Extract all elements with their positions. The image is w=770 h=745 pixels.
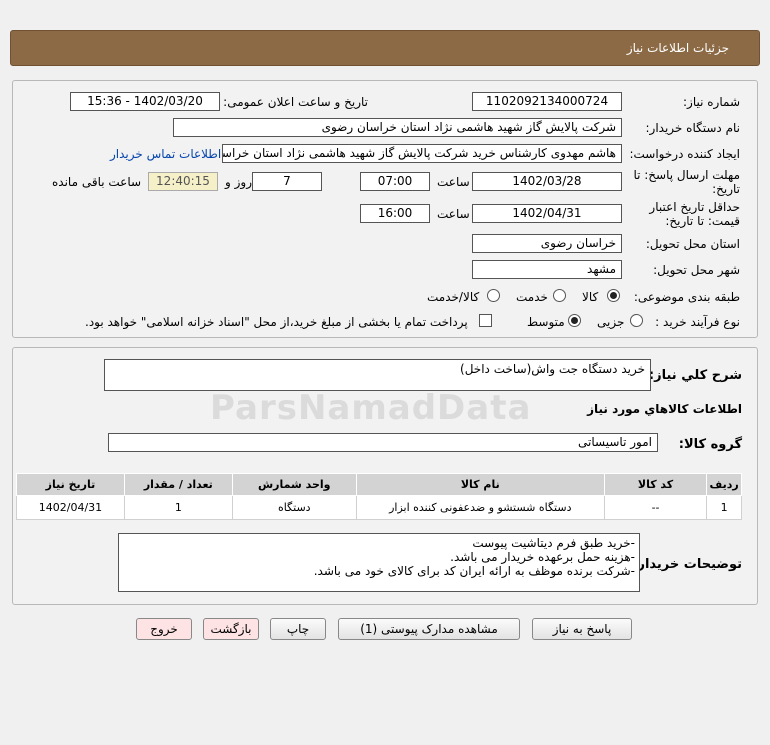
goods-group-label: گروه کالا: xyxy=(678,437,742,452)
goods-group-field: امور تاسیساتی xyxy=(108,433,658,452)
cell-code: -- xyxy=(603,495,708,520)
announce-datetime-field: 1402/03/20 - 15:36 xyxy=(70,92,220,111)
col-row: ردیف xyxy=(706,473,742,496)
print-button[interactable]: چاپ xyxy=(270,618,326,640)
remaining-time-label: ساعت باقی مانده xyxy=(52,175,142,189)
category-radio-service[interactable] xyxy=(553,289,566,302)
reply-deadline-time: 07:00 xyxy=(360,172,430,191)
requester-field: هاشم مهدوی کارشناس خرید شرکت پالایش گاز … xyxy=(222,144,622,163)
category-radio-goods[interactable] xyxy=(607,289,620,302)
buyer-notes-field: -خرید طبق فرم دیتاشیت پیوست -هزینه حمل ب… xyxy=(118,533,640,592)
category-option-goods: کالا xyxy=(582,290,599,304)
need-number-field: 1102092134000724 xyxy=(472,92,622,111)
reply-deadline-label-2: تاریخ: xyxy=(712,182,740,196)
remaining-time-field: 12:40:15 xyxy=(148,172,218,191)
buyer-contact-link[interactable]: اطلاعات تماس خریدار xyxy=(110,147,221,161)
reply-days-field: 7 xyxy=(252,172,322,191)
purchase-process-label: نوع فرآیند خرید : xyxy=(655,315,740,329)
process-radio-small[interactable] xyxy=(630,314,643,327)
category-option-service: خدمت xyxy=(516,290,548,304)
table-row: 1 -- دستگاه شستشو و ضدعفونی کننده ابزار … xyxy=(16,495,742,520)
cell-row: 1 xyxy=(706,495,742,520)
reply-deadline-label-1: مهلت ارسال پاسخ: تا xyxy=(633,168,740,182)
reply-days-label: روز و xyxy=(225,175,252,189)
cell-date: 1402/04/31 xyxy=(16,495,125,520)
price-validity-date: 1402/04/31 xyxy=(472,204,622,223)
col-unit: واحد شمارش xyxy=(231,473,357,496)
col-date: تاریخ نیاز xyxy=(16,473,125,496)
price-validity-label-1: حداقل تاریخ اعتبار xyxy=(649,200,740,214)
treasury-note: پرداخت تمام یا بخشی از مبلغ خرید،از محل … xyxy=(85,315,468,329)
category-option-goods-service: کالا/خدمت xyxy=(427,290,480,304)
cell-qty: 1 xyxy=(123,495,233,520)
watermark-text: ParsNamadData xyxy=(210,388,532,428)
col-qty: تعداد / مقدار xyxy=(123,473,233,496)
back-button[interactable]: بازگشت xyxy=(203,618,259,640)
price-validity-time-label: ساعت xyxy=(437,207,470,221)
delivery-city-field: مشهد xyxy=(472,260,622,279)
category-label: طبقه بندی موضوعی: xyxy=(633,290,740,304)
page-title: جزئیات اطلاعات نیاز xyxy=(626,41,729,55)
process-option-medium: متوسط xyxy=(527,315,565,329)
category-radio-goods-service[interactable] xyxy=(487,289,500,302)
buyer-org-label: نام دستگاه خریدار: xyxy=(645,121,741,135)
note-line: -هزینه حمل برعهده خریدار می باشد. xyxy=(450,550,635,564)
price-validity-time: 16:00 xyxy=(360,204,430,223)
buyer-org-field: شرکت پالایش گاز شهید هاشمی نژاد استان خر… xyxy=(173,118,622,137)
need-number-label: شماره نیاز: xyxy=(683,95,740,109)
goods-section-title: اطلاعات کالاهاي مورد نياز xyxy=(587,402,742,416)
summary-label: شرح کلي نياز: xyxy=(648,368,742,383)
col-name: نام کالا xyxy=(355,473,605,496)
requester-label: ایجاد کننده درخواست: xyxy=(629,147,740,161)
goods-table: ردیف کد کالا نام کالا واحد شمارش تعداد /… xyxy=(16,473,742,520)
process-radio-medium[interactable] xyxy=(568,314,581,327)
buyer-notes-label: توضیحات خریدار: xyxy=(632,557,742,572)
reply-time-label: ساعت xyxy=(437,175,470,189)
announce-datetime-label: تاریخ و ساعت اعلان عمومی: xyxy=(223,95,368,109)
exit-button[interactable]: خروج xyxy=(136,618,192,640)
delivery-province-label: استان محل تحویل: xyxy=(645,237,740,251)
price-validity-label-2: قیمت: تا تاریخ: xyxy=(665,214,740,228)
delivery-province-field: خراسان رضوی xyxy=(472,234,622,253)
note-line: -شرکت برنده موظف به ارائه ایران کد برای … xyxy=(313,564,635,578)
goods-table-header: ردیف کد کالا نام کالا واحد شمارش تعداد /… xyxy=(16,473,742,496)
view-attachments-button[interactable]: مشاهده مدارک پیوستی (1) xyxy=(338,618,520,640)
treasury-checkbox[interactable] xyxy=(479,314,492,327)
note-line: -خرید طبق فرم دیتاشیت پیوست xyxy=(472,536,635,550)
reply-button[interactable]: پاسخ به نیاز xyxy=(532,618,632,640)
delivery-city-label: شهر محل تحویل: xyxy=(653,263,740,277)
process-option-small: جزیی xyxy=(597,315,625,329)
col-code: کد کالا xyxy=(603,473,708,496)
page-header: جزئیات اطلاعات نیاز xyxy=(10,30,760,66)
summary-field: خرید دستگاه جت واش(ساخت داخل) xyxy=(104,359,651,391)
cell-name: دستگاه شستشو و ضدعفونی کننده ابزار xyxy=(355,495,605,520)
cell-unit: دستگاه xyxy=(231,495,357,520)
reply-deadline-date: 1402/03/28 xyxy=(472,172,622,191)
